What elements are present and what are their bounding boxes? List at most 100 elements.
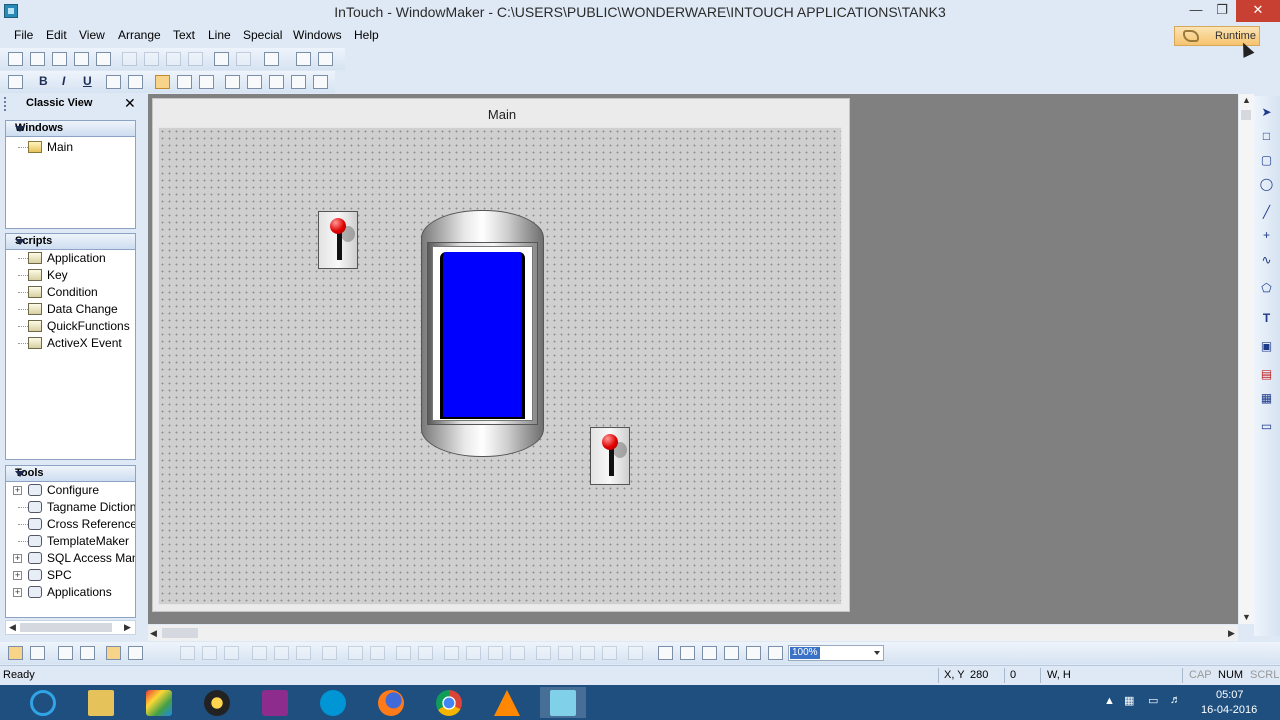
text-color-icon[interactable] [269, 75, 284, 89]
collapse-icon[interactable] [15, 471, 25, 477]
open-window-icon[interactable] [30, 52, 45, 66]
bitmap-tool-icon[interactable]: ▣ [1259, 340, 1274, 353]
scroll-thumb[interactable] [20, 623, 112, 632]
tree-item-quickfunctions[interactable]: QuickFunctions [6, 318, 135, 335]
clock-date[interactable]: 16-04-2016 [1201, 704, 1257, 716]
tray-network-icon[interactable]: ▦ [1124, 694, 1134, 707]
tank-graphic[interactable] [421, 210, 544, 457]
menu-edit[interactable]: Edit [46, 28, 67, 42]
zoom-fit-icon[interactable] [702, 646, 717, 660]
zoom-dropdown[interactable]: 100% [788, 645, 884, 661]
line-color-icon[interactable] [225, 75, 240, 89]
tools-section-header[interactable]: Tools [5, 465, 136, 482]
center-icon[interactable] [322, 646, 337, 660]
align-top-icon[interactable] [252, 646, 267, 660]
close-window-icon[interactable] [52, 52, 67, 66]
scroll-left-icon[interactable]: ◀ [9, 622, 16, 633]
menu-file[interactable]: File [14, 28, 33, 42]
font-icon[interactable] [8, 75, 23, 89]
scripts-section-header[interactable]: Scripts [5, 233, 136, 250]
zoom-grid-icon[interactable] [746, 646, 761, 660]
fullscreen-icon[interactable] [58, 646, 73, 660]
fit-icon[interactable] [80, 646, 95, 660]
taskbar-hp[interactable] [310, 687, 356, 718]
flip-horizontal-icon[interactable] [558, 646, 573, 660]
pencil-icon[interactable] [128, 646, 143, 660]
undo-icon[interactable] [214, 52, 229, 66]
realtime-trend-tool-icon[interactable]: ▤ [1259, 368, 1274, 381]
new-window-icon[interactable] [8, 52, 23, 66]
view-icon-2[interactable] [30, 646, 45, 660]
menu-help[interactable]: Help [354, 28, 379, 42]
smooth-icon[interactable] [628, 646, 643, 660]
font-smaller-icon[interactable] [106, 75, 121, 89]
align-right-objects-icon[interactable] [224, 646, 239, 660]
historical-trend-tool-icon[interactable]: ▦ [1259, 392, 1274, 405]
scroll-right-icon[interactable]: ▶ [124, 622, 131, 633]
align-right-icon[interactable] [199, 75, 214, 89]
space-horizontal-icon[interactable] [396, 646, 411, 660]
make-cell-icon[interactable] [444, 646, 459, 660]
wizard-icon[interactable] [296, 52, 311, 66]
paste-icon[interactable] [166, 52, 181, 66]
classic-view-hscrollbar[interactable]: ◀ ▶ [5, 620, 136, 635]
tree-item-condition-script[interactable]: Condition [6, 284, 135, 301]
menu-windows[interactable]: Windows [293, 28, 342, 42]
tree-item-key-script[interactable]: Key [6, 267, 135, 284]
taskbar-chrome[interactable] [426, 687, 472, 718]
align-middle-icon[interactable] [274, 646, 289, 660]
break-cell-icon[interactable] [466, 646, 481, 660]
button-tool-icon[interactable]: ▭ [1259, 420, 1274, 433]
underline-button[interactable]: U [83, 74, 92, 88]
view-icon-1[interactable] [8, 646, 23, 660]
classic-view-close-button[interactable]: ✕ [124, 95, 136, 112]
close-button[interactable]: ✕ [1236, 0, 1280, 22]
tray-volume-icon[interactable]: ♬ [1170, 694, 1181, 706]
canvas-vscrollbar[interactable]: ▲ ▼ [1239, 94, 1254, 624]
flip-vertical-icon[interactable] [580, 646, 595, 660]
tree-item-activex-event[interactable]: ActiveX Event [6, 335, 135, 352]
select-mode-icon[interactable]: ➤ [1259, 106, 1274, 119]
scroll-thumb[interactable] [1241, 110, 1251, 120]
redo-icon[interactable] [236, 52, 251, 66]
polygon-tool-icon[interactable]: ⬠ [1259, 282, 1274, 295]
align-left-icon[interactable] [155, 75, 170, 89]
tree-item-application-script[interactable]: Application [6, 250, 135, 267]
tray-battery-icon[interactable]: ▭ [1148, 694, 1158, 707]
rounded-rectangle-tool-icon[interactable]: ▢ [1259, 154, 1274, 167]
zoom-selection-icon[interactable] [724, 646, 739, 660]
toggle-switch-2[interactable] [590, 427, 630, 485]
menu-special[interactable]: Special [243, 28, 282, 42]
break-symbol-icon[interactable] [510, 646, 525, 660]
align-center-icon[interactable] [177, 75, 192, 89]
hv-line-tool-icon[interactable]: + [1259, 229, 1274, 242]
copy-icon[interactable] [144, 52, 159, 66]
taskbar-intouch[interactable] [540, 687, 586, 718]
taskbar-media-player[interactable] [194, 687, 240, 718]
tree-item-tagname-dictionary[interactable]: Tagname Dictiona [6, 499, 135, 516]
fill-color-icon[interactable] [247, 75, 262, 89]
polyline-tool-icon[interactable]: ∿ [1259, 254, 1274, 267]
toggle-switch-1[interactable] [318, 211, 358, 269]
properties-icon[interactable] [318, 52, 333, 66]
tree-item-sql-access-manager[interactable]: + SQL Access Mana [6, 550, 135, 567]
delete-icon[interactable] [188, 52, 203, 66]
reshape-icon[interactable] [602, 646, 617, 660]
panel-grip-icon[interactable] [4, 97, 10, 111]
taskbar-file-explorer[interactable] [78, 687, 124, 718]
tree-item-templatemaker[interactable]: TemplateMaker [6, 533, 135, 550]
clock-time[interactable]: 05:07 [1216, 689, 1244, 701]
tree-item-spc[interactable]: + SPC [6, 567, 135, 584]
dropdown-arrow-icon[interactable] [874, 651, 880, 655]
align-center-objects-icon[interactable] [202, 646, 217, 660]
scroll-right-icon[interactable]: ▶ [1228, 628, 1235, 639]
grid-icon[interactable] [106, 646, 121, 660]
save-all-icon[interactable] [96, 52, 111, 66]
print-icon[interactable] [264, 52, 279, 66]
menu-arrange[interactable]: Arrange [118, 28, 161, 42]
scroll-left-icon[interactable]: ◀ [150, 628, 157, 639]
taskbar-internet-explorer[interactable] [20, 687, 66, 718]
rotate-icon[interactable] [536, 646, 551, 660]
save-icon[interactable] [74, 52, 89, 66]
ellipse-tool-icon[interactable]: ◯ [1259, 178, 1274, 191]
